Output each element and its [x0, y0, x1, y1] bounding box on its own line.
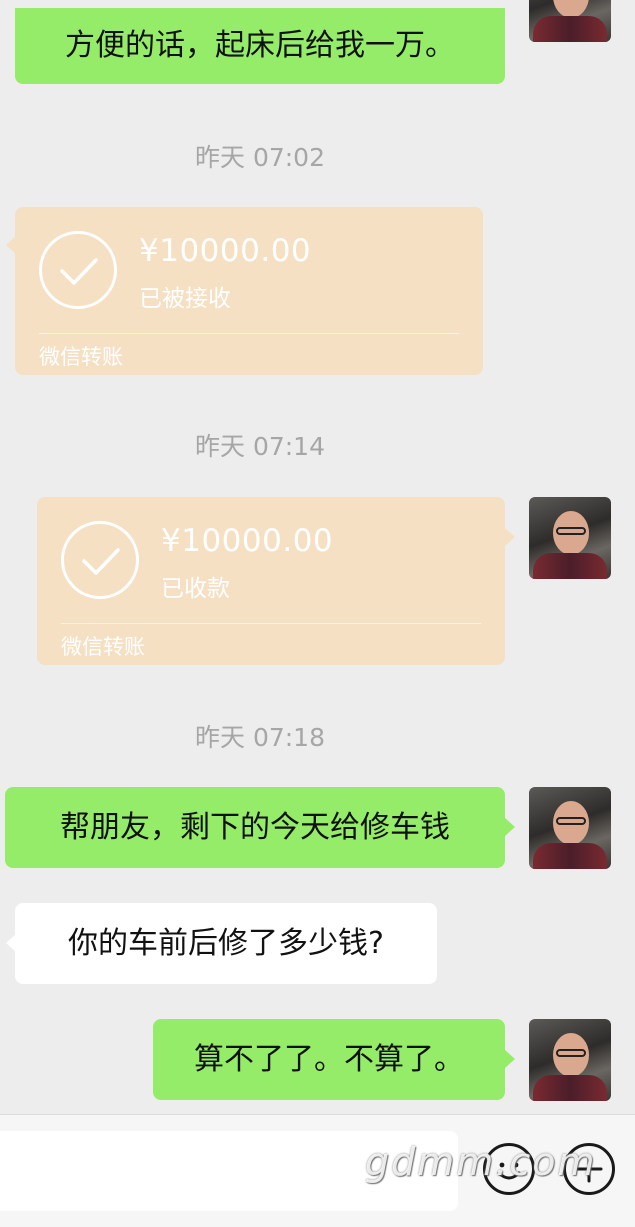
divider [61, 623, 481, 624]
transfer-status: 已被接收 [139, 286, 231, 312]
transfer-card-2[interactable]: ¥10000.00 已收款 微信转账 [37, 497, 505, 665]
avatar-robe [533, 16, 607, 42]
timestamp: 昨天 07:14 [195, 432, 325, 461]
avatar[interactable] [529, 787, 611, 869]
transfer-status: 已收款 [161, 576, 230, 602]
avatar[interactable] [529, 497, 611, 579]
bubble-tail [505, 528, 515, 546]
bubble-tail [505, 1050, 515, 1068]
message-text: 帮朋友，剩下的今天给修车钱 [60, 809, 450, 845]
transfer-label: 微信转账 [61, 635, 145, 659]
avatar-robe [533, 553, 607, 579]
check-circle-icon [61, 521, 139, 599]
avatar-glasses [556, 527, 586, 535]
transfer-label: 微信转账 [39, 345, 123, 369]
message-text: 你的车前后修了多少钱? [68, 925, 384, 961]
message-bubble-received[interactable]: 你的车前后修了多少钱? [15, 903, 437, 984]
avatar-glasses [556, 817, 586, 825]
watermark: gdmm.com [365, 1140, 597, 1184]
message-bubble-top[interactable]: 方便的话，起床后给我一万。 [15, 8, 505, 84]
avatar[interactable] [529, 0, 611, 42]
message-text: 方便的话，起床后给我一万。 [65, 28, 455, 63]
transfer-amount: ¥10000.00 [161, 523, 334, 559]
message-text: 算不了了。不算了。 [194, 1041, 464, 1077]
avatar-robe [533, 1075, 607, 1101]
message-bubble-sent[interactable]: 帮朋友，剩下的今天给修车钱 [5, 787, 505, 868]
bubble-tail [505, 818, 515, 836]
avatar-glasses [556, 1049, 586, 1057]
timestamp: 昨天 07:02 [195, 143, 325, 172]
check-circle-icon [39, 231, 117, 309]
timestamp: 昨天 07:18 [195, 723, 325, 752]
transfer-card-1[interactable]: ¥10000.00 已被接收 微信转账 [15, 207, 483, 375]
avatar[interactable] [529, 1019, 611, 1101]
avatar-robe [533, 843, 607, 869]
message-bubble-sent[interactable]: 算不了了。不算了。 [153, 1019, 505, 1100]
divider [39, 333, 459, 334]
transfer-amount: ¥10000.00 [139, 233, 312, 269]
